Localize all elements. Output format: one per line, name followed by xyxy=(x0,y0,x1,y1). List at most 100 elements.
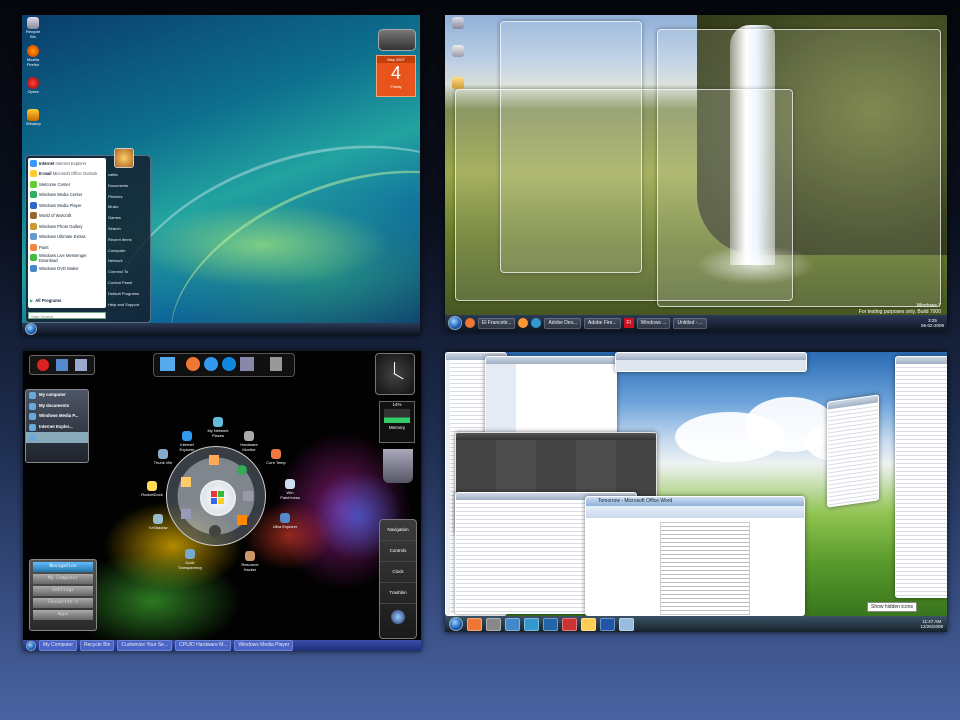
firefox-icon[interactable] xyxy=(465,318,475,328)
desktop-icon[interactable] xyxy=(451,77,465,89)
firefox-icon[interactable] xyxy=(467,617,482,631)
orbit-icon[interactable]: YzShadow xyxy=(145,514,171,530)
display-icon[interactable] xyxy=(56,359,68,371)
right-nav-controls[interactable]: Controls xyxy=(380,541,416,562)
film-reel-icon[interactable] xyxy=(209,525,221,537)
link-network[interactable]: Network xyxy=(108,258,148,269)
orbit-icon[interactable]: Internet Explorer xyxy=(174,431,200,452)
taskbar-app-icon[interactable] xyxy=(505,617,520,631)
menu-item-my-computer[interactable]: My computer xyxy=(26,390,88,401)
program-item[interactable]: Paint xyxy=(28,242,106,253)
orbit-icon[interactable]: Core Temp xyxy=(263,449,289,465)
program-item[interactable]: Welcome Center xyxy=(28,179,106,190)
search-icon[interactable] xyxy=(181,509,191,519)
media-player-icon[interactable] xyxy=(222,357,236,371)
taskbar-app-icon[interactable] xyxy=(562,617,577,631)
link-connect-to[interactable]: Connect To xyxy=(108,269,148,280)
link-computer[interactable]: Computer xyxy=(108,248,148,259)
orbit-icon[interactable]: My Network Places xyxy=(205,417,231,438)
desktop-icon[interactable] xyxy=(451,17,465,29)
program-item[interactable]: Windows Media Center xyxy=(28,190,106,201)
folder-icon[interactable] xyxy=(581,617,596,631)
taskbar-item[interactable]: Adobe Dev... xyxy=(544,317,581,329)
windows-logo-icon[interactable] xyxy=(200,480,236,516)
taskbar-app-icon[interactable] xyxy=(486,617,501,631)
pinned-email[interactable]: E-mail Microsoft Office Outlook xyxy=(28,169,106,180)
program-item[interactable]: World of Warcraft xyxy=(28,211,106,222)
nav-button-apps[interactable]: Apps xyxy=(33,610,93,620)
right-nav-clock[interactable]: Clock xyxy=(380,562,416,583)
menu-item-media-player[interactable]: Windows Media P... xyxy=(26,411,88,422)
orbit-icon[interactable]: Hardware Monitor xyxy=(236,431,262,452)
trash-bin-icon[interactable] xyxy=(383,449,413,483)
start-search-input[interactable]: Start Search xyxy=(28,312,106,319)
menu-item-selected[interactable] xyxy=(26,432,88,443)
start-orb-icon[interactable] xyxy=(448,316,462,330)
folder-icon[interactable] xyxy=(181,477,191,487)
link-music[interactable]: Music xyxy=(108,204,148,215)
desktop-icon[interactable] xyxy=(451,45,465,57)
right-nav-trashbin[interactable]: Trashbin xyxy=(380,583,416,604)
taskbar-item[interactable]: Adobe Fire... xyxy=(584,317,621,329)
start-orb-icon[interactable] xyxy=(449,617,463,631)
3d-window-word[interactable]: Tomorrow - Microsoft Office Word xyxy=(585,496,805,616)
flash-icon[interactable]: Fl xyxy=(623,318,634,328)
link-documents[interactable]: Documents xyxy=(108,183,148,194)
taskbar-item[interactable]: Windows Media Player xyxy=(234,640,294,651)
computer-icon[interactable] xyxy=(160,357,175,371)
settings-icon[interactable] xyxy=(75,359,87,371)
messenger-icon[interactable] xyxy=(531,318,542,328)
globe-icon[interactable] xyxy=(237,465,247,475)
orbit-icon[interactable]: RocketDock xyxy=(139,481,165,497)
orbit-icon[interactable]: Thunk Vile xyxy=(150,449,176,465)
3d-window-right[interactable] xyxy=(895,356,947,598)
nav-button-my-computer[interactable]: My Computer xyxy=(33,574,93,584)
desktop-icon-firefox[interactable]: Mozilla Firefox xyxy=(26,45,40,67)
link-recent-items[interactable]: Recent Items xyxy=(108,237,148,248)
firefox-icon[interactable] xyxy=(186,357,200,371)
peek-window-outline[interactable] xyxy=(657,29,941,307)
photoshop-icon[interactable] xyxy=(543,617,558,631)
taskbar-item[interactable]: Recycle Bin xyxy=(80,640,115,651)
vlc-icon[interactable] xyxy=(518,318,529,328)
3d-window-top[interactable] xyxy=(615,352,807,372)
link-control-panel[interactable]: Control Panel xyxy=(108,280,148,291)
start-orb-icon[interactable] xyxy=(25,323,37,335)
orbit-icon[interactable]: Win Patch'ness xyxy=(277,479,303,500)
play-icon[interactable] xyxy=(237,515,247,525)
all-programs[interactable]: ▶ All Programs xyxy=(28,296,61,307)
nav-button-settings[interactable]: Settings xyxy=(33,586,93,596)
taskbar-item[interactable]: CPUID Hardware M... xyxy=(175,640,232,651)
program-item[interactable]: Windows Media Player xyxy=(28,200,106,211)
taskbar-clock[interactable]: 11:47 AM 12/26/2008 xyxy=(920,619,943,629)
program-item[interactable]: Windows Photo Gallery xyxy=(28,221,106,232)
link-help[interactable]: Help and Support xyxy=(108,302,148,313)
link-search[interactable]: Search xyxy=(108,226,148,237)
start-orb-icon[interactable] xyxy=(26,640,36,651)
internet-explorer-icon[interactable] xyxy=(204,357,218,371)
taskbar-app-icon[interactable] xyxy=(524,617,539,631)
windows-orb-icon[interactable] xyxy=(391,610,405,624)
nav-button-favourites[interactable]: Favourite's xyxy=(33,598,93,608)
orbit-icon[interactable]: Resource Hacker xyxy=(237,551,263,572)
power-icon[interactable] xyxy=(37,359,49,371)
word-icon[interactable] xyxy=(600,617,615,631)
link-default-programs[interactable]: Default Programs xyxy=(108,291,148,302)
orbit-icon[interactable]: Dock Transparency xyxy=(177,549,203,570)
taskbar-item[interactable]: Windows ... xyxy=(636,317,671,329)
taskbar-item[interactable]: El Francotir... xyxy=(478,317,516,329)
menu-item-my-documents[interactable]: My documents xyxy=(26,401,88,412)
taskbar-clock[interactable]: 3:25 06-02-2009 xyxy=(921,318,944,328)
program-item[interactable]: Windows DVD Maker xyxy=(28,263,106,274)
3d-window-side[interactable] xyxy=(827,394,879,508)
program-item[interactable]: Windows Live Messenger Download xyxy=(28,253,106,264)
user-name[interactable]: cattia xyxy=(108,172,148,183)
desktop-icon-opera[interactable]: Opera xyxy=(26,77,40,94)
program-item[interactable]: Windows Ultimate Extras xyxy=(28,232,106,243)
taskbar-item[interactable]: Untitled - ... xyxy=(673,317,708,329)
desktop-icon-winamp[interactable]: Winamp xyxy=(26,109,41,126)
menu-item-internet-explorer[interactable]: Internet Explor... xyxy=(26,422,88,433)
taskbar-item[interactable]: My Computer xyxy=(39,640,78,651)
recycle-icon[interactable] xyxy=(243,491,253,501)
pinned-internet[interactable]: Internet Internet Explorer xyxy=(28,158,106,169)
